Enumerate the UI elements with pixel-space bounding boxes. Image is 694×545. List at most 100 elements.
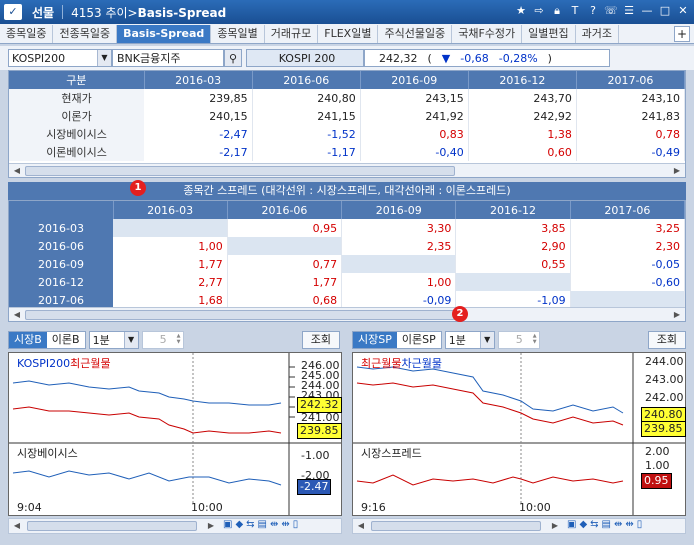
- header-cell[interactable]: 2016-03: [113, 201, 228, 219]
- header-cell[interactable]: 2017-06: [576, 71, 686, 89]
- header-cell[interactable]: 구분: [9, 71, 145, 89]
- table-row[interactable]: 현재가 239,85 240,80 243,15 243,70 243,10: [9, 89, 686, 107]
- table-cell: 3,25: [570, 219, 686, 237]
- table-row[interactable]: 이론베이시스 -2,17 -1,17 -0,40 0,60 -0,49: [9, 143, 686, 161]
- table-cell: 243,15: [360, 89, 469, 107]
- row-label: 2016-06: [9, 237, 113, 255]
- header-cell[interactable]: [9, 201, 114, 219]
- chevron-down-icon[interactable]: ▼: [123, 332, 138, 348]
- left-chart-scrollbar[interactable]: ◀ ▶: [9, 519, 219, 533]
- tab-theory-spread[interactable]: 이론SP: [396, 332, 441, 348]
- table-cell: 0,83: [360, 125, 469, 143]
- basis-scrollbar[interactable]: ◀ ▶: [9, 163, 685, 177]
- header-cell[interactable]: 2016-12: [468, 71, 577, 89]
- lock-icon[interactable]: 🔒︎: [550, 4, 564, 18]
- x-tick-1: 10:00: [519, 501, 551, 514]
- tab-theory-basis[interactable]: 이론B: [46, 332, 85, 348]
- marker-1-badge: 1: [130, 180, 146, 196]
- close-icon[interactable]: ✕: [676, 4, 690, 18]
- right-chart[interactable]: 최근월물차근월물 시장스프레드 244.00 243.00 242.00 240…: [352, 352, 686, 516]
- tab-market-basis[interactable]: 시장B: [9, 332, 47, 348]
- index-quote: 242,32 ( ▼ -0,68 -0,28% ): [364, 49, 610, 67]
- header-cell[interactable]: 2016-09: [341, 201, 457, 219]
- menu-icon[interactable]: ☰: [622, 4, 636, 18]
- tab-2[interactable]: Basis-Spread: [117, 24, 212, 43]
- row-label: 2016-09: [9, 255, 113, 273]
- header-cell[interactable]: 2016-03: [144, 71, 253, 89]
- table-row[interactable]: 시장베이시스 -2,47 -1,52 0,83 1,38 0,78: [9, 125, 686, 143]
- table-row[interactable]: 2016-12 2,77 1,77 1,00 -0,60: [9, 273, 686, 291]
- scroll-right-icon[interactable]: ▶: [671, 165, 683, 177]
- left-interval-select[interactable]: 1분 ▼: [88, 331, 139, 349]
- right-controls: 시장SP 이론SP 1분▼ 5 조회: [352, 330, 686, 350]
- header-cell[interactable]: 2016-06: [227, 201, 343, 219]
- phone-icon[interactable]: ☏: [604, 4, 618, 18]
- right-query-button[interactable]: 조회: [647, 331, 686, 349]
- table-cell: 241,15: [252, 107, 361, 125]
- right-chart-scrollbar[interactable]: ◀ ▶: [353, 519, 563, 533]
- chart-tools[interactable]: ▣◆⇆▤⇹⇹▯: [567, 519, 645, 530]
- next-month-series: [356, 366, 624, 414]
- y-tick-b0: -1.00: [301, 449, 330, 462]
- header-cell[interactable]: 2017-06: [570, 201, 686, 219]
- star-icon[interactable]: ★: [514, 4, 528, 18]
- scroll-left-icon[interactable]: ◀: [355, 520, 367, 532]
- header-cell[interactable]: 2016-09: [360, 71, 469, 89]
- header-cell[interactable]: 2016-06: [252, 71, 361, 89]
- header-cell[interactable]: 2016-12: [455, 201, 571, 219]
- text-icon[interactable]: T: [568, 4, 582, 18]
- scroll-thumb[interactable]: [25, 310, 455, 320]
- table-cell: [455, 273, 571, 291]
- x-tick-1: 10:00: [191, 501, 223, 514]
- code-select[interactable]: KOSPI200 ▼: [8, 49, 112, 67]
- name-field[interactable]: BNK금융지주: [112, 49, 224, 67]
- tab-5[interactable]: FLEX일별: [318, 24, 379, 43]
- chevron-down-icon[interactable]: ▼: [97, 50, 111, 66]
- scroll-left-icon[interactable]: ◀: [11, 520, 23, 532]
- maximize-icon[interactable]: □: [658, 4, 672, 18]
- right-count-stepper[interactable]: 5: [497, 331, 540, 349]
- table-cell: 1,77: [113, 255, 228, 273]
- scroll-right-icon[interactable]: ▶: [205, 520, 217, 532]
- help-icon[interactable]: ?: [586, 4, 600, 18]
- left-count-stepper[interactable]: 5: [141, 331, 184, 349]
- chart-tools[interactable]: ▣◆⇆▤⇹⇹▯: [223, 519, 301, 530]
- table-row[interactable]: 이론가 240,15 241,15 241,92 242,92 241,83: [9, 107, 686, 125]
- tab-8[interactable]: 일별편집: [522, 24, 576, 43]
- chevron-down-icon[interactable]: ▼: [479, 332, 494, 348]
- table-row[interactable]: 2016-03 0,95 3,30 3,85 3,25: [9, 219, 686, 237]
- tab-0[interactable]: 종목일중: [0, 24, 54, 43]
- table-row[interactable]: 2016-09 1,77 0,77 0,55 -0,05: [9, 255, 686, 273]
- table-cell: -0,05: [570, 255, 686, 273]
- scroll-right-icon[interactable]: ▶: [549, 520, 561, 532]
- tab-4[interactable]: 거래규모: [265, 24, 319, 43]
- left-query-button[interactable]: 조회: [301, 331, 340, 349]
- tab-7[interactable]: 국채F수정가: [452, 24, 523, 43]
- right-interval-select[interactable]: 1분 ▼: [444, 331, 495, 349]
- right-legend: 최근월물차근월물: [361, 355, 442, 371]
- table-header: 구분 2016-03 2016-06 2016-09 2016-12 2017-06: [9, 71, 686, 89]
- scroll-right-icon[interactable]: ▶: [671, 309, 683, 321]
- table-cell: [227, 237, 343, 255]
- link-icon[interactable]: ⇨: [532, 4, 546, 18]
- scroll-left-icon[interactable]: ◀: [11, 309, 23, 321]
- tab-1[interactable]: 전종목일중: [53, 24, 118, 43]
- row-label: 시장베이시스: [9, 125, 145, 143]
- tab-market-spread[interactable]: 시장SP: [353, 332, 397, 348]
- scroll-left-icon[interactable]: ◀: [11, 165, 23, 177]
- tab-6[interactable]: 주식선물일중: [378, 24, 453, 43]
- minimize-icon[interactable]: —: [640, 4, 654, 18]
- tab-9[interactable]: 과거조: [576, 24, 619, 43]
- add-tab-icon[interactable]: +: [674, 26, 690, 42]
- right-chart-svg: [353, 353, 685, 515]
- scroll-thumb[interactable]: [27, 521, 197, 531]
- scroll-thumb[interactable]: [25, 166, 455, 176]
- tab-3[interactable]: 종목일별: [211, 24, 265, 43]
- left-chart[interactable]: KOSPI200최근월물 시장베이시스 246.00 245.00 244.00…: [8, 352, 342, 516]
- right-mode-toggle[interactable]: 시장SP 이론SP: [352, 331, 442, 349]
- spread-scrollbar[interactable]: ◀ ▶: [9, 307, 685, 321]
- table-row[interactable]: 2016-06 1,00 2,35 2,90 2,30: [9, 237, 686, 255]
- search-icon[interactable]: ⚲: [224, 49, 242, 67]
- left-mode-toggle[interactable]: 시장B 이론B: [8, 331, 86, 349]
- scroll-thumb[interactable]: [371, 521, 541, 531]
